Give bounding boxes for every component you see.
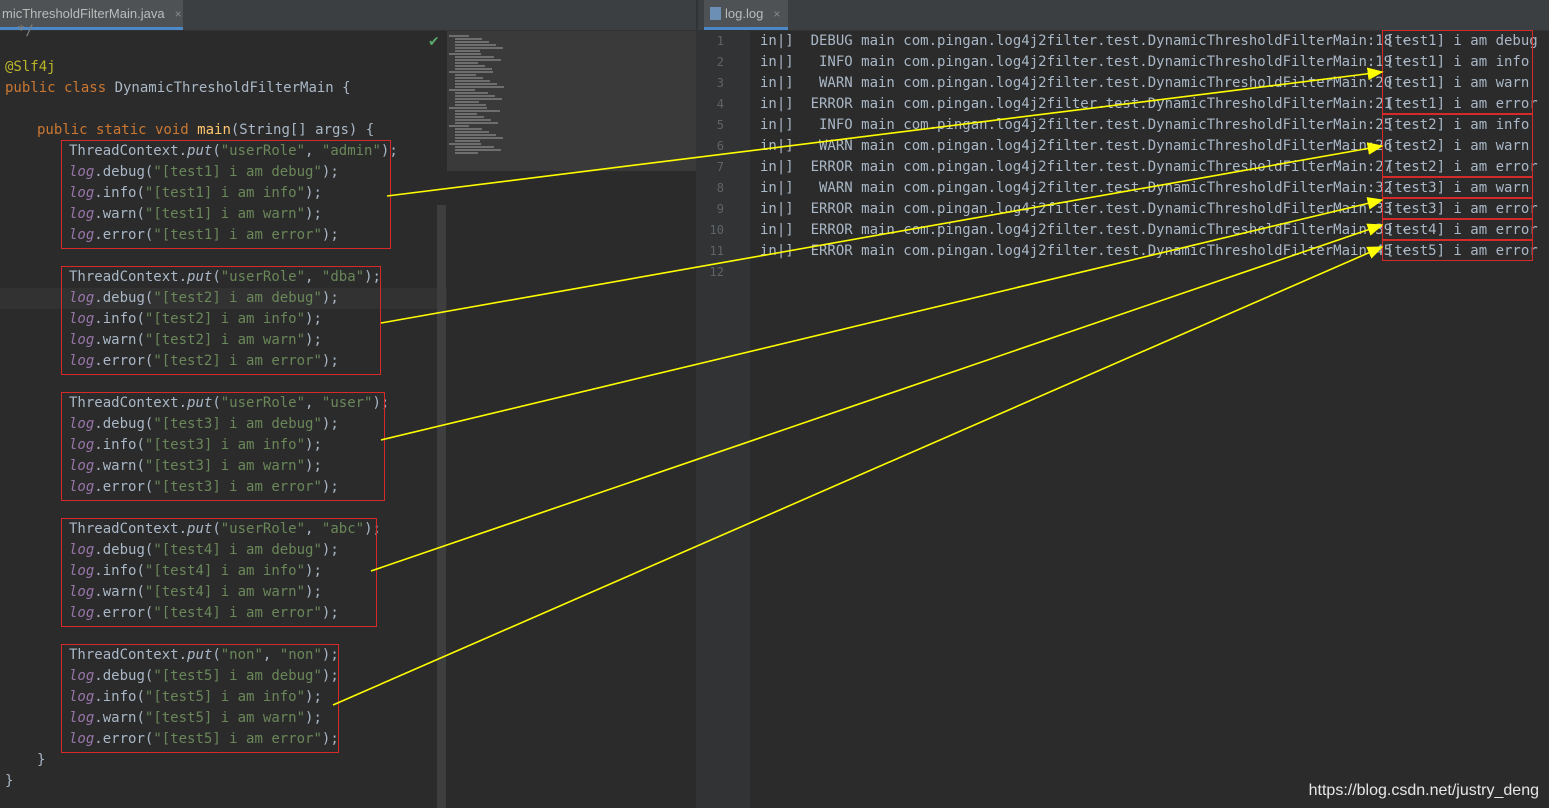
log-line-prefix: in|] ERROR main com.pingan.log4j2filter.… <box>760 159 1418 175</box>
minimap-line <box>455 128 482 130</box>
minimap-line <box>455 104 486 106</box>
log-message-highlight <box>1382 114 1533 177</box>
code-block-highlight <box>61 518 377 627</box>
close-icon[interactable]: × <box>773 7 780 21</box>
minimap-line <box>455 110 500 112</box>
log-message-highlight <box>1382 219 1533 240</box>
minimap-line <box>455 101 479 103</box>
code-block-highlight <box>61 644 339 753</box>
log-tab-bar: log.log × <box>698 0 1549 31</box>
close-icon[interactable]: × <box>175 7 182 21</box>
log-line-prefix: in|] ERROR main com.pingan.log4j2filter.… <box>760 222 1418 238</box>
minimap-line <box>455 68 492 70</box>
minimap-line <box>455 152 478 154</box>
minimap-line <box>455 131 489 133</box>
minimap-line <box>455 56 494 58</box>
log-line-prefix: in|] WARN main com.pingan.log4j2filter.t… <box>760 180 1418 196</box>
minimap-line <box>455 122 498 124</box>
line-number: 12 <box>709 265 724 279</box>
class-declaration: public class DynamicThresholdFilterMain … <box>5 80 351 96</box>
vertical-scrollbar[interactable] <box>437 205 446 808</box>
code-block-highlight <box>61 266 381 375</box>
minimap-line <box>455 140 480 142</box>
annotation-slf4j: @Slf4j <box>5 59 56 75</box>
minimap-line <box>449 35 469 37</box>
log-message-highlight <box>1382 30 1533 114</box>
minimap-line <box>455 80 490 82</box>
minimap-line <box>455 134 496 136</box>
minimap-line <box>455 137 503 139</box>
minimap-line <box>449 71 493 73</box>
log-line-prefix: in|] INFO main com.pingan.log4j2filter.t… <box>760 117 1418 133</box>
minimap-line <box>449 107 487 109</box>
log-line-prefix: in|] DEBUG main com.pingan.log4j2filter.… <box>760 33 1418 49</box>
tab-log-file-label: log.log <box>725 6 764 21</box>
minimap-line <box>449 125 469 127</box>
minimap-line <box>455 74 476 76</box>
code-block-highlight <box>61 140 391 249</box>
line-number: 2 <box>716 55 724 69</box>
watermark: https://blog.csdn.net/justry_deng <box>1308 782 1539 799</box>
code-block-highlight <box>61 392 385 501</box>
line-number: 9 <box>716 202 724 216</box>
line-number: 7 <box>716 160 724 174</box>
log-line-prefix: in|] WARN main com.pingan.log4j2filter.t… <box>760 138 1418 154</box>
minimap-line <box>455 62 478 64</box>
log-line-prefix: in|] WARN main com.pingan.log4j2filter.t… <box>760 75 1418 91</box>
minimap-line <box>455 44 496 46</box>
line-number-gutter: 1 2 3 4 5 6 7 8 9 10 11 12 <box>698 31 750 808</box>
check-icon: ✔ <box>428 34 440 50</box>
minimap-line <box>455 113 477 115</box>
minimap-line <box>455 50 480 52</box>
log-message-highlight <box>1382 198 1533 219</box>
line-number: 10 <box>709 223 724 237</box>
method-declaration: public static void main(String[] args) { <box>37 122 375 138</box>
minimap-line <box>455 41 489 43</box>
line-number: 3 <box>716 76 724 90</box>
minimap-line <box>455 86 504 88</box>
log-line-prefix: in|] INFO main com.pingan.log4j2filter.t… <box>760 54 1418 70</box>
minimap-line <box>455 77 483 79</box>
comment-end: */ <box>17 23 34 39</box>
log-line-prefix: in|] ERROR main com.pingan.log4j2filter.… <box>760 201 1418 217</box>
line-number: 1 <box>716 34 724 48</box>
line-number: 11 <box>709 244 724 258</box>
log-message-highlight <box>1382 240 1533 261</box>
log-file-icon <box>710 7 721 20</box>
minimap-line <box>455 47 503 49</box>
minimap-line <box>449 143 481 145</box>
log-line-prefix: in|] ERROR main com.pingan.log4j2filter.… <box>760 243 1418 259</box>
minimap-line <box>455 38 482 40</box>
minimap-line <box>449 53 481 55</box>
editor-tab-bar: micThresholdFilterMain.java × <box>0 0 697 31</box>
minimap[interactable] <box>447 31 697 171</box>
class-close-brace: } <box>5 773 14 789</box>
minimap-line <box>455 98 502 100</box>
tab-java-file-label: micThresholdFilterMain.java <box>2 6 165 21</box>
minimap-line <box>455 92 488 94</box>
minimap-line <box>455 83 497 85</box>
line-number: 5 <box>716 118 724 132</box>
minimap-line <box>455 95 495 97</box>
minimap-line <box>455 65 485 67</box>
line-number: 6 <box>716 139 724 153</box>
minimap-line <box>455 119 491 121</box>
method-close-brace: } <box>37 752 46 768</box>
log-line-prefix: in|] ERROR main com.pingan.log4j2filter.… <box>760 96 1418 112</box>
line-number: 4 <box>716 97 724 111</box>
minimap-line <box>455 149 501 151</box>
minimap-line <box>455 116 484 118</box>
log-message-highlight <box>1382 177 1533 198</box>
minimap-line <box>455 59 501 61</box>
tab-log-file[interactable]: log.log × <box>704 0 788 30</box>
minimap-line <box>455 146 494 148</box>
minimap-line <box>449 89 475 91</box>
line-number: 8 <box>716 181 724 195</box>
